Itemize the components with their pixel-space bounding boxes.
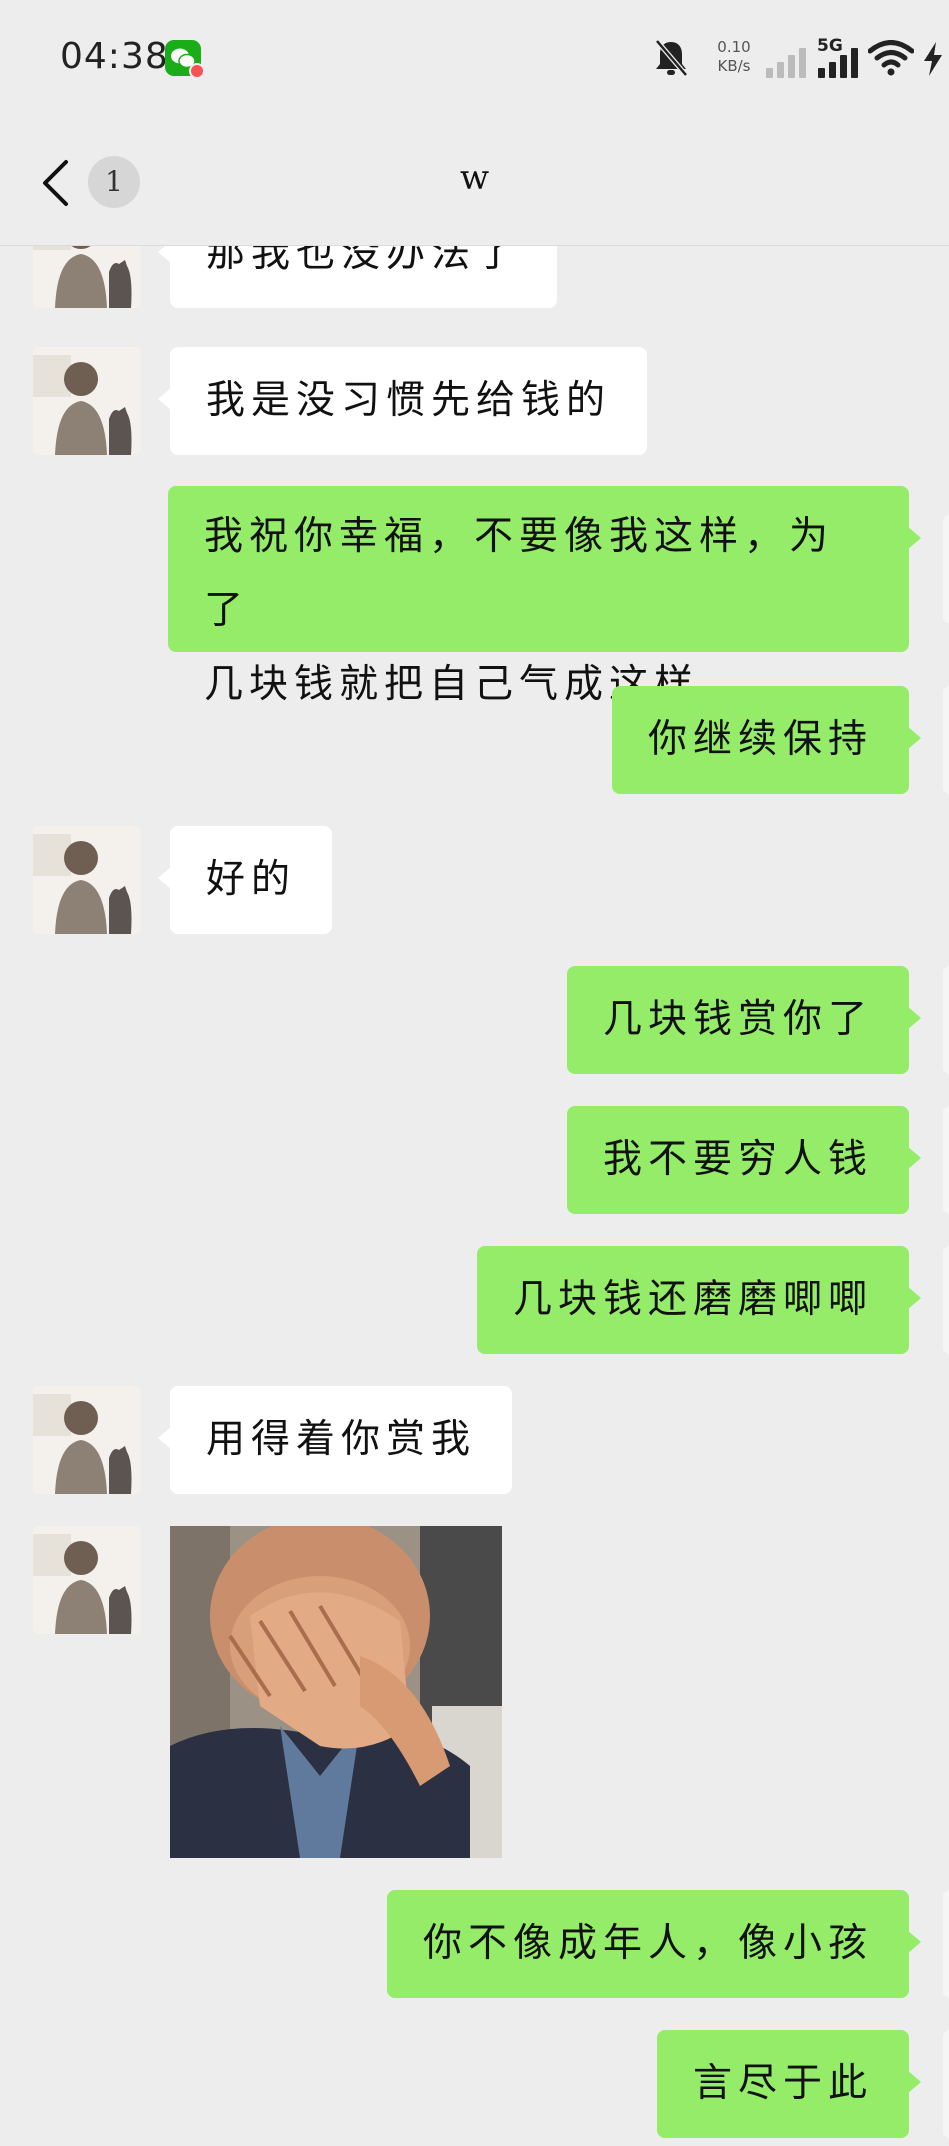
self-avatar[interactable] [943, 515, 949, 623]
avatar-illustration-icon [33, 826, 141, 934]
contact-avatar[interactable] [33, 347, 141, 455]
wechat-notification-icon [165, 40, 205, 79]
message-bubble-outgoing[interactable]: 言尽于此 [656, 2030, 922, 2138]
network-speed: 0.10 KB/s [704, 38, 764, 76]
message-bubble-incoming[interactable]: 用得着你赏我 [157, 1386, 513, 1494]
chat-title: w [459, 158, 490, 198]
bell-off-icon [655, 39, 688, 77]
message-bubble-outgoing[interactable]: 你继续保持 [611, 686, 922, 794]
contact-avatar[interactable] [33, 246, 141, 308]
contact-avatar[interactable] [33, 1526, 141, 1634]
message-bubble-outgoing[interactable]: 几块钱赏你了 [566, 966, 922, 1074]
message-bubble-outgoing[interactable]: 几块钱还磨磨唧唧 [476, 1246, 922, 1354]
charging-bolt-icon [924, 42, 942, 76]
message-bubble-incoming[interactable]: 好的 [157, 826, 333, 934]
network-speed-value: 0.10 [717, 38, 751, 56]
facepalm-sticker[interactable] [170, 1526, 502, 1858]
message-row: 用得着你赏我 [0, 1386, 949, 1494]
status-time: 04:38 [60, 36, 169, 77]
message-row: 几块钱还磨磨唧唧 [0, 1246, 949, 1354]
message-row: 几块钱赏你了 [0, 966, 949, 1074]
chat-message-list[interactable]: 那我也没办法了 我是没习惯先给钱的 我祝你幸福，不要像我这样，为了 几块钱就把自… [0, 246, 949, 2146]
message-row [0, 1526, 949, 1858]
avatar-illustration-icon [33, 347, 141, 455]
message-row: 我不要穷人钱 [0, 1106, 949, 1214]
self-avatar[interactable] [943, 966, 949, 1074]
message-row: 你继续保持 [0, 686, 949, 794]
message-row: 我是没习惯先给钱的 [0, 347, 949, 455]
avatar-illustration-icon [33, 1386, 141, 1494]
message-bubble-outgoing[interactable]: 我祝你幸福，不要像我这样，为了 几块钱就把自己气成这样 [168, 486, 921, 707]
avatar-illustration-icon [33, 246, 141, 308]
signal-5g-icon [818, 48, 858, 78]
message-bubble-incoming[interactable]: 那我也没办法了 [157, 246, 558, 308]
message-row: 我祝你幸福，不要像我这样，为了 几块钱就把自己气成这样 [0, 486, 949, 707]
self-avatar[interactable] [943, 2030, 949, 2138]
message-row: 你不像成年人，像小孩 [0, 1890, 949, 1998]
contact-avatar[interactable] [33, 826, 141, 934]
wifi-icon [868, 40, 914, 76]
self-avatar[interactable] [943, 1246, 949, 1354]
signal-icon [766, 48, 806, 78]
message-bubble-incoming[interactable]: 我是没习惯先给钱的 [157, 347, 648, 455]
chat-header: 1 w [0, 118, 949, 246]
status-bar: 04:38 0.10 KB/s 5G [0, 0, 949, 118]
message-bubble-outgoing[interactable]: 你不像成年人，像小孩 [386, 1890, 922, 1998]
avatar-illustration-icon [33, 1526, 141, 1634]
network-speed-unit: KB/s [717, 57, 751, 75]
contact-avatar[interactable] [33, 1386, 141, 1494]
message-row: 那我也没办法了 [0, 246, 949, 314]
self-avatar[interactable] [943, 686, 949, 794]
self-avatar[interactable] [943, 1890, 949, 1998]
message-row: 言尽于此 [0, 2030, 949, 2138]
facepalm-sticker-icon [170, 1526, 502, 1858]
message-line: 我祝你幸福，不要像我这样，为了 [204, 514, 835, 633]
message-row: 好的 [0, 826, 949, 934]
self-avatar[interactable] [943, 1106, 949, 1214]
message-bubble-outgoing[interactable]: 我不要穷人钱 [566, 1106, 922, 1214]
